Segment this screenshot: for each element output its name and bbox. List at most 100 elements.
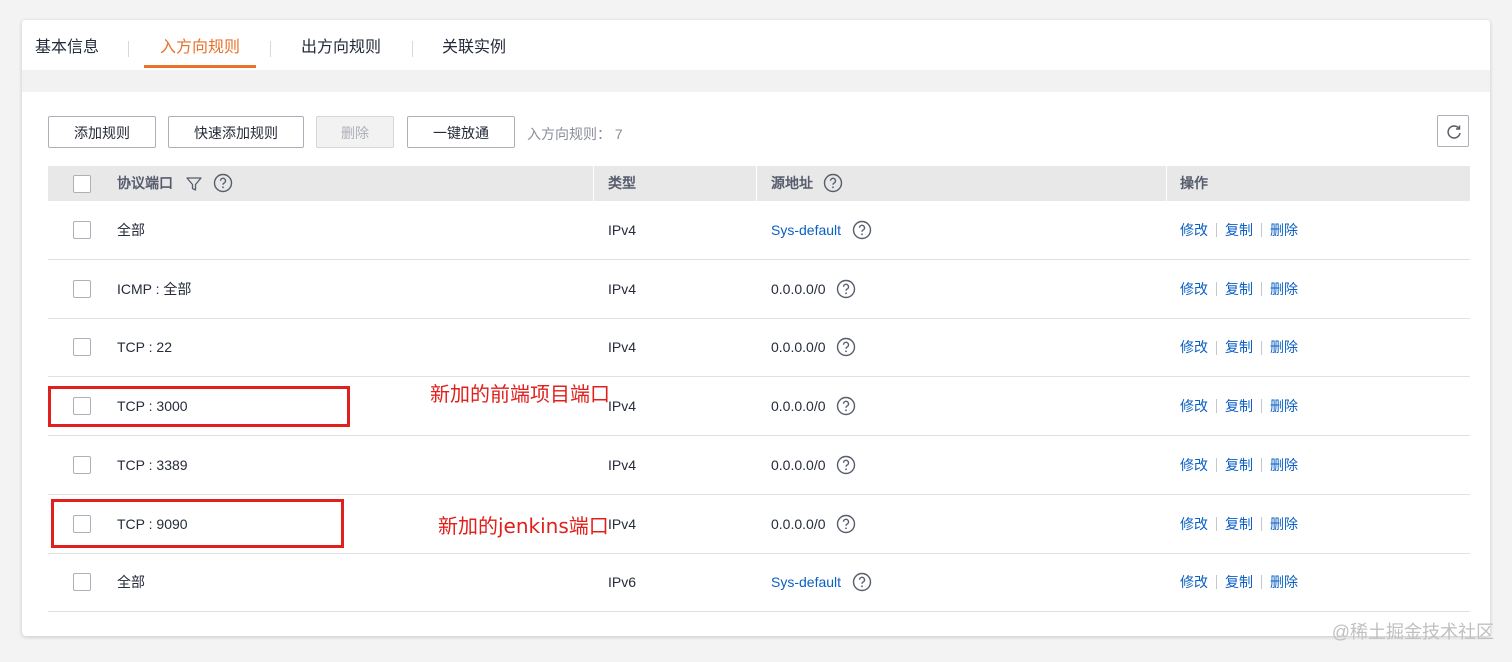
copy-link[interactable]: 复制	[1225, 222, 1253, 238]
header-divider	[593, 166, 594, 201]
action-divider	[1216, 399, 1217, 414]
annotation-frontend-port: 新加的前端项目端口	[430, 382, 610, 406]
action-divider	[1261, 340, 1262, 355]
table-row: 全部 IPv4 Sys-default 修改 复制 删除	[48, 201, 1470, 260]
delete-link[interactable]: 删除	[1270, 222, 1298, 238]
header-protocol-port: 协议端口	[117, 175, 173, 191]
cell-actions: 修改 复制 删除	[1180, 260, 1298, 318]
modify-link[interactable]: 修改	[1180, 281, 1208, 297]
table-row: TCP : 3389 IPv4 0.0.0.0/0 修改 复制 删除	[48, 436, 1470, 495]
modify-link[interactable]: 修改	[1180, 516, 1208, 532]
cell-type: IPv4	[608, 515, 637, 532]
delete-link[interactable]: 删除	[1270, 574, 1298, 590]
header-source: 源地址	[771, 175, 813, 191]
rule-count-label: 入方向规则：	[527, 126, 611, 142]
delete-link[interactable]: 删除	[1270, 339, 1298, 355]
question-circle-icon[interactable]	[852, 220, 872, 240]
tab-inbound-rules[interactable]: 入方向规则	[144, 20, 256, 68]
cell-actions: 修改 复制 删除	[1180, 201, 1298, 259]
copy-link[interactable]: 复制	[1225, 457, 1253, 473]
cell-protocol-port: TCP : 3389	[117, 456, 188, 473]
header-divider	[1166, 166, 1167, 201]
cell-actions: 修改 复制 删除	[1180, 553, 1298, 611]
cell-type: IPv4	[608, 222, 637, 238]
modify-link[interactable]: 修改	[1180, 339, 1208, 355]
annotation-jenkins-port: 新加的jenkins端口	[438, 514, 609, 538]
delete-link[interactable]: 删除	[1270, 516, 1298, 532]
tab-divider	[270, 41, 271, 57]
tab-basic-info[interactable]: 基本信息	[34, 20, 100, 68]
tab-divider	[128, 41, 129, 57]
cell-source[interactable]: Sys-default	[771, 201, 841, 259]
question-circle-icon[interactable]	[836, 279, 856, 299]
delete-button[interactable]: 删除	[316, 116, 394, 148]
modify-link[interactable]: 修改	[1180, 398, 1208, 414]
delete-link[interactable]: 删除	[1270, 281, 1298, 297]
cell-source[interactable]: Sys-default	[771, 553, 841, 611]
action-divider	[1261, 458, 1262, 473]
row-checkbox[interactable]	[73, 455, 91, 474]
one-click-allow-button[interactable]: 一键放通	[407, 116, 515, 148]
cell-type: IPv4	[608, 456, 637, 473]
refresh-button[interactable]	[1437, 115, 1469, 147]
question-circle-icon[interactable]	[836, 514, 856, 534]
filter-icon[interactable]	[185, 175, 203, 193]
rule-count: 入方向规则： 7	[527, 116, 623, 148]
cell-actions: 修改 复制 删除	[1180, 377, 1298, 435]
header-divider	[756, 166, 757, 201]
modify-link[interactable]: 修改	[1180, 457, 1208, 473]
action-divider	[1261, 281, 1262, 296]
action-divider	[1261, 516, 1262, 531]
row-checkbox[interactable]	[73, 573, 91, 592]
modify-link[interactable]: 修改	[1180, 222, 1208, 238]
rule-count-value: 7	[614, 126, 623, 142]
action-divider	[1216, 516, 1217, 531]
row-checkbox[interactable]	[73, 338, 91, 357]
copy-link[interactable]: 复制	[1225, 574, 1253, 590]
copy-link[interactable]: 复制	[1225, 398, 1253, 414]
row-checkbox[interactable]	[73, 221, 91, 239]
copy-link[interactable]: 复制	[1225, 516, 1253, 532]
add-rule-button[interactable]: 添加规则	[48, 116, 156, 148]
highlight-box-frontend	[48, 386, 350, 427]
cell-actions: 修改 复制 删除	[1180, 495, 1298, 553]
action-divider	[1261, 575, 1262, 590]
cell-type: IPv4	[608, 398, 637, 415]
question-circle-icon[interactable]	[823, 173, 843, 193]
action-divider	[1216, 458, 1217, 473]
copy-link[interactable]: 复制	[1225, 281, 1253, 297]
copy-link[interactable]: 复制	[1225, 339, 1253, 355]
tab-outbound-rules[interactable]: 出方向规则	[298, 20, 384, 68]
tab-content-divider	[22, 70, 1490, 92]
table-row: TCP : 22 IPv4 0.0.0.0/0 修改 复制 删除	[48, 318, 1470, 378]
question-circle-icon[interactable]	[852, 572, 872, 592]
quick-add-rule-button[interactable]: 快速添加规则	[168, 116, 304, 148]
action-divider	[1261, 399, 1262, 414]
modify-link[interactable]: 修改	[1180, 574, 1208, 590]
delete-link[interactable]: 删除	[1270, 457, 1298, 473]
question-circle-icon[interactable]	[836, 396, 856, 416]
tab-bar: 基本信息 入方向规则 出方向规则 关联实例	[22, 20, 1490, 71]
delete-link[interactable]: 删除	[1270, 398, 1298, 414]
cell-protocol-port: 全部	[117, 574, 145, 591]
table-row: 全部 IPv6 Sys-default 修改 复制 删除	[48, 553, 1470, 613]
tab-associated-instances[interactable]: 关联实例	[440, 20, 508, 68]
header-type: 类型	[608, 175, 636, 191]
action-divider	[1216, 281, 1217, 296]
row-checkbox[interactable]	[73, 279, 91, 298]
question-circle-icon[interactable]	[213, 173, 233, 193]
table-row: ICMP : 全部 IPv4 0.0.0.0/0 修改 复制 删除	[48, 260, 1470, 319]
question-circle-icon[interactable]	[836, 455, 856, 475]
cell-type: IPv6	[608, 574, 637, 591]
watermark: @稀土掘金技术社区	[1331, 622, 1494, 642]
cell-type: IPv4	[608, 339, 637, 356]
table-header: 协议端口 类型 源地址 操作	[48, 166, 1470, 201]
action-divider	[1216, 223, 1217, 238]
action-divider	[1216, 340, 1217, 355]
cell-source: 0.0.0.0/0	[771, 280, 826, 297]
cell-protocol-port: 全部	[117, 222, 145, 238]
select-all-checkbox[interactable]	[73, 175, 91, 193]
tab-divider	[412, 41, 413, 57]
question-circle-icon[interactable]	[836, 337, 856, 357]
cell-source: 0.0.0.0/0	[771, 515, 826, 532]
